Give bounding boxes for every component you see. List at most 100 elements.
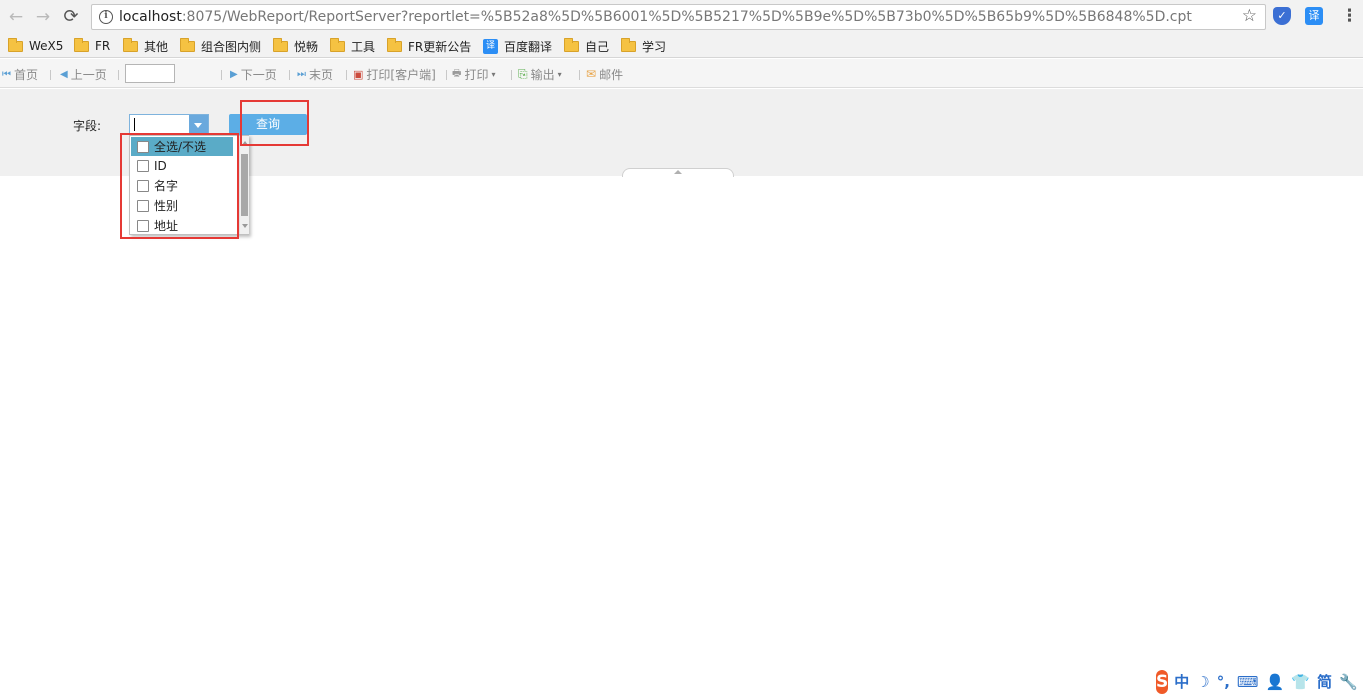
bookmark-star-icon[interactable]: ☆ <box>1242 6 1257 26</box>
bookmark-label: FR更新公告 <box>408 39 472 54</box>
last-page-icon: ⏭ <box>297 68 306 80</box>
prev-page-label: 上一页 <box>70 67 107 82</box>
scroll-down-icon[interactable] <box>242 224 248 228</box>
folder-icon <box>8 37 23 52</box>
bookmark-fr[interactable]: FR <box>74 37 110 55</box>
bookmark-label: WeX5 <box>29 39 64 53</box>
bookmark-label: 工具 <box>351 39 376 54</box>
translate-extension-icon[interactable]: 译 <box>1305 7 1323 25</box>
print-client-label: 打印[客户端] <box>366 67 436 82</box>
print-label: 打印 <box>464 67 489 82</box>
moon-icon[interactable]: ☽ <box>1196 670 1209 694</box>
print-client-icon: ▣ <box>353 67 364 81</box>
bookmark-label: FR <box>95 39 111 53</box>
text-caret <box>134 118 135 131</box>
bookmarks-bar: WeX5 FR 其他 组合图内侧 悦畅 工具 FR更新公告 译百度翻译 自己 学… <box>0 34 1363 58</box>
toolbar-divider <box>289 70 290 80</box>
highlight-box-query <box>240 100 309 146</box>
export-icon: ⎘ <box>518 66 528 81</box>
browser-address-bar-row: ← → ⟳ i localhost:8075/WebReport/ReportS… <box>0 0 1363 34</box>
folder-icon <box>273 37 288 52</box>
browser-menu-icon[interactable]: ⋮ <box>1341 6 1358 26</box>
next-page-icon: ▶ <box>230 68 238 80</box>
print-button[interactable]: 🖶 打印 ▾ <box>452 66 495 82</box>
prev-page-icon: ◀ <box>60 68 68 80</box>
translate-icon: 译 <box>483 38 498 54</box>
keyboard-icon[interactable]: ⌨ <box>1237 670 1259 694</box>
collapse-pane-handle[interactable] <box>622 168 734 177</box>
toolbar-divider <box>221 70 222 80</box>
toolbar-divider <box>118 70 119 80</box>
bookmark-tools[interactable]: 工具 <box>330 37 375 55</box>
last-page-label: 末页 <box>309 67 334 82</box>
folder-icon <box>387 37 402 52</box>
email-button[interactable]: ✉ 邮件 <box>586 66 623 82</box>
folder-icon <box>621 37 636 52</box>
email-label: 邮件 <box>599 67 624 82</box>
printer-icon: 🖶 <box>452 67 462 79</box>
url-input[interactable]: i localhost:8075/WebReport/ReportServer?… <box>91 4 1266 30</box>
bookmark-fr-updates[interactable]: FR更新公告 <box>387 37 471 55</box>
page-number-input[interactable] <box>125 64 175 83</box>
info-icon[interactable]: i <box>99 10 113 24</box>
bookmark-yuechang[interactable]: 悦畅 <box>273 37 318 55</box>
chevron-down-icon: ▾ <box>491 69 496 79</box>
ime-mode[interactable]: 中 <box>1174 670 1189 694</box>
folder-icon <box>330 37 345 52</box>
toolbar-divider <box>50 70 51 80</box>
forward-icon[interactable]: → <box>32 6 54 28</box>
url-text: localhost:8075/WebReport/ReportServer?re… <box>119 9 1192 25</box>
bookmark-label: 百度翻译 <box>504 39 553 54</box>
next-page-label: 下一页 <box>240 67 277 82</box>
bookmark-combo-chart[interactable]: 组合图内侧 <box>180 37 261 55</box>
scrollbar-thumb[interactable] <box>241 154 248 216</box>
chevron-down-icon: ▾ <box>557 69 562 79</box>
dropdown-scrollbar[interactable] <box>239 136 249 234</box>
user-icon[interactable]: 👤 <box>1266 670 1285 694</box>
report-toolbar: ⏮ 首页 ◀ 上一页 ▶ 下一页 ⏭ 末页 ▣ 打印[客户端] 🖶 打印 ▾ ⎘ 输出 ▾ ✉ 邮件 <box>0 59 1363 88</box>
punctuation-icon[interactable]: °, <box>1217 670 1230 694</box>
bookmark-baidu-translate[interactable]: 译百度翻译 <box>483 37 552 55</box>
wrench-icon[interactable]: 🔧 <box>1339 670 1358 694</box>
bookmark-wex5[interactable]: WeX5 <box>8 37 63 55</box>
toolbar-divider <box>446 70 447 80</box>
folder-icon <box>564 37 579 52</box>
bookmark-label: 悦畅 <box>294 39 319 54</box>
chevron-down-icon[interactable] <box>189 115 208 134</box>
first-page-label: 首页 <box>14 67 39 82</box>
toolbar-divider <box>579 70 580 80</box>
field-multiselect-combo[interactable] <box>129 114 209 135</box>
first-page-icon: ⏮ <box>2 68 11 80</box>
bookmark-study[interactable]: 学习 <box>621 37 666 55</box>
shirt-icon[interactable]: 👕 <box>1291 670 1310 694</box>
folder-icon <box>74 37 89 52</box>
reload-icon[interactable]: ⟳ <box>60 6 82 28</box>
print-client-button[interactable]: ▣ 打印[客户端] <box>353 66 436 82</box>
url-host: localhost <box>119 9 182 25</box>
toolbar-divider <box>511 70 512 80</box>
folder-icon <box>180 37 195 52</box>
last-page-button[interactable]: ⏭ 末页 <box>297 66 333 82</box>
bookmark-label: 其他 <box>144 39 169 54</box>
first-page-button[interactable]: ⏮ 首页 <box>2 66 38 82</box>
ime-variant[interactable]: 简 <box>1317 670 1332 694</box>
url-path: :8075/WebReport/ReportServer?reportlet=%… <box>181 9 1192 25</box>
highlight-box-dropdown <box>120 133 239 239</box>
bookmark-label: 自己 <box>585 39 610 54</box>
sogou-logo-icon[interactable]: S <box>1156 670 1169 694</box>
shield-extension-icon[interactable]: ✓ <box>1273 7 1291 25</box>
field-label: 字段: <box>73 119 102 133</box>
bookmark-other[interactable]: 其他 <box>123 37 168 55</box>
export-label: 输出 <box>530 67 555 82</box>
next-page-button[interactable]: ▶ 下一页 <box>230 66 277 82</box>
email-icon: ✉ <box>586 67 597 81</box>
folder-icon <box>123 37 138 52</box>
bookmark-label: 学习 <box>642 39 667 54</box>
toolbar-divider <box>346 70 347 80</box>
back-icon[interactable]: ← <box>5 6 27 28</box>
ime-toolbar: S 中 ☽ °, ⌨ 👤 👕 简 🔧 <box>1156 668 1363 696</box>
bookmark-label: 组合图内侧 <box>201 39 262 54</box>
export-button[interactable]: ⎘ 输出 ▾ <box>518 66 562 82</box>
prev-page-button[interactable]: ◀ 上一页 <box>60 66 107 82</box>
bookmark-self[interactable]: 自己 <box>564 37 609 55</box>
